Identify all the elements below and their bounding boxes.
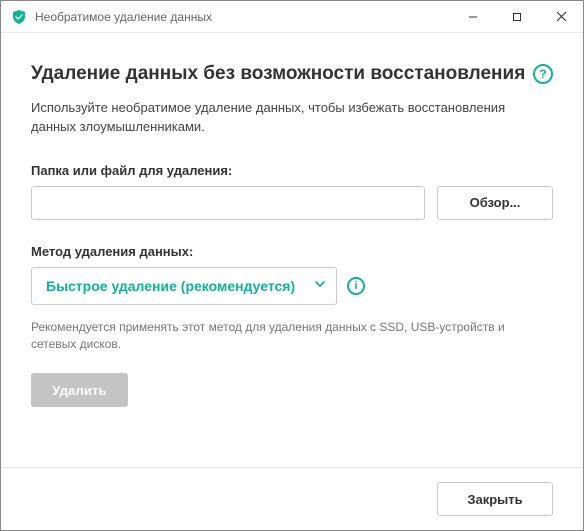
shield-icon	[11, 9, 27, 25]
browse-button[interactable]: Обзор...	[437, 186, 553, 220]
page-heading: Удаление данных без возможности восстано…	[31, 63, 525, 85]
method-dropdown[interactable]: Быстрое удаление (рекомендуется)	[31, 267, 337, 305]
content-area: Удаление данных без возможности восстано…	[1, 33, 583, 467]
method-selected: Быстрое удаление (рекомендуется)	[46, 278, 295, 294]
method-row: Быстрое удаление (рекомендуется) i	[31, 267, 553, 305]
footer: Закрыть	[1, 467, 583, 530]
page-description: Используйте необратимое удаление данных,…	[31, 99, 553, 137]
method-label: Метод удаления данных:	[31, 244, 553, 259]
path-row: Обзор...	[31, 186, 553, 220]
window-controls	[451, 1, 583, 32]
help-icon[interactable]: ?	[533, 64, 553, 84]
method-hint: Рекомендуется применять этот метод для у…	[31, 319, 553, 354]
path-input[interactable]	[31, 186, 425, 220]
chevron-down-icon	[314, 277, 326, 295]
header-row: Удаление данных без возможности восстано…	[31, 63, 553, 85]
path-label: Папка или файл для удаления:	[31, 163, 553, 178]
close-window-button[interactable]	[539, 1, 583, 32]
minimize-button[interactable]	[451, 1, 495, 32]
close-button[interactable]: Закрыть	[437, 482, 553, 516]
window-title: Необратимое удаление данных	[35, 10, 451, 24]
maximize-button[interactable]	[495, 1, 539, 32]
info-icon[interactable]: i	[347, 277, 365, 295]
delete-button[interactable]: Удалить	[31, 373, 128, 407]
titlebar: Необратимое удаление данных	[1, 1, 583, 33]
